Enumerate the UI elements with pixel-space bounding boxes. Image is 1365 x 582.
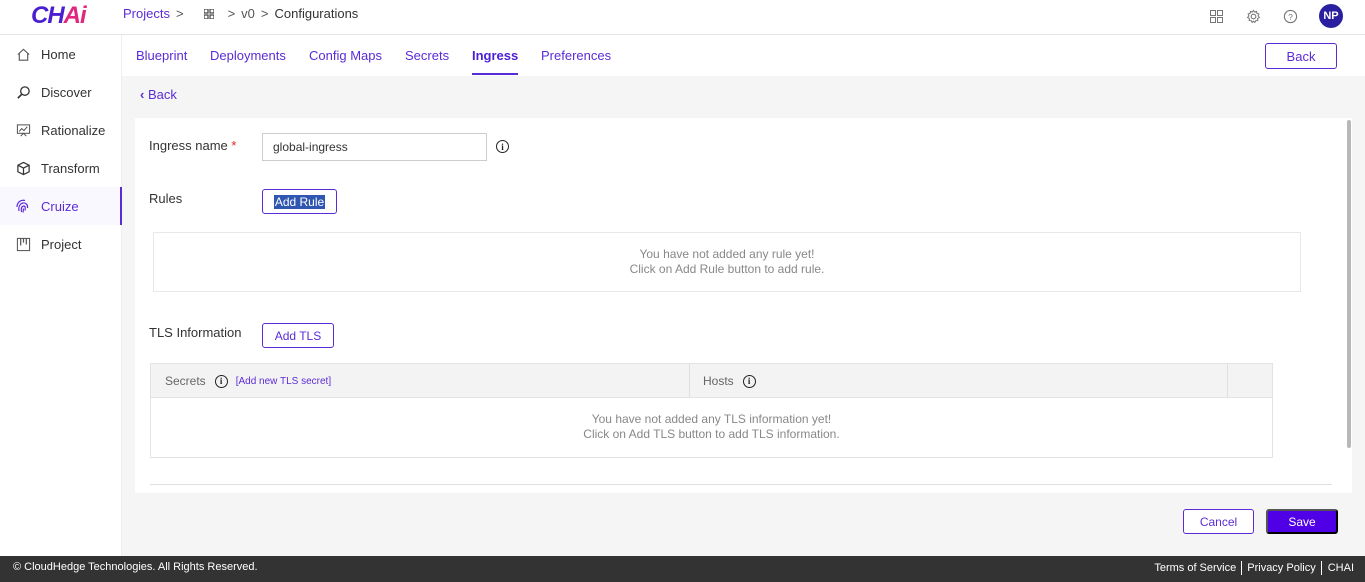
tab-deployments[interactable]: Deployments (210, 48, 286, 63)
sidebar-item-home[interactable]: Home (0, 35, 121, 73)
cube-icon (15, 160, 31, 176)
ingress-name-input[interactable] (262, 133, 487, 161)
add-tls-secret-link[interactable]: [Add new TLS secret] (236, 376, 331, 387)
sidebar-item-label: Transform (41, 160, 100, 176)
user-avatar[interactable]: NP (1319, 4, 1343, 28)
info-icon[interactable]: i (742, 374, 756, 388)
app-grid-icon[interactable] (203, 8, 214, 19)
rules-empty-line1: You have not added any rule yet! (639, 247, 815, 261)
svg-text:?: ? (1288, 11, 1293, 21)
ingress-form-card: Ingress name * i Rules Add Rule You have… (135, 118, 1352, 493)
scrollbar-thumb[interactable] (1347, 120, 1351, 448)
cancel-button[interactable]: Cancel (1183, 509, 1254, 534)
add-rule-button[interactable]: Add Rule (262, 189, 337, 214)
column-divider (1227, 364, 1228, 398)
privacy-link[interactable]: Privacy Policy (1242, 562, 1320, 574)
sidebar-item-cruize[interactable]: Cruize (0, 187, 122, 225)
back-link-label: Back (147, 87, 177, 102)
footer-brand: CHAI (1327, 562, 1354, 574)
footer-links: Terms of Service Privacy Policy CHAI (1149, 561, 1354, 575)
terms-link[interactable]: Terms of Service (1149, 562, 1241, 574)
rules-empty-line2: Click on Add Rule button to add rule. (629, 262, 825, 276)
top-bar: CHAi Projects > > v0 > Configurations ? … (0, 0, 1365, 35)
rules-label: Rules (149, 191, 183, 206)
sidebar-item-discover[interactable]: Discover (0, 73, 121, 111)
help-icon[interactable]: ? (1281, 7, 1299, 25)
home-icon (15, 46, 31, 62)
footer: © CloudHedge Technologies. All Rights Re… (0, 556, 1365, 582)
breadcrumb-current: Configurations (274, 6, 359, 21)
ingress-name-label: Ingress name * (149, 138, 237, 153)
tab-ingress[interactable]: Ingress (472, 48, 519, 75)
discover-icon (15, 84, 31, 100)
tls-label: TLS Information (149, 325, 242, 340)
sidebar-item-rationalize[interactable]: Rationalize (0, 111, 121, 149)
main-content: ‹ Back Ingress name * i Rules Add Rule Y… (122, 76, 1365, 556)
tls-empty-line2: Click on Add TLS button to add TLS infor… (583, 427, 840, 441)
secrets-column-header: Secrets i [Add new TLS secret] (165, 374, 332, 388)
breadcrumb-version[interactable]: v0 (241, 6, 255, 21)
sidebar-item-transform[interactable]: Transform (0, 149, 121, 187)
required-mark: * (231, 138, 237, 153)
tab-blueprint[interactable]: Blueprint (136, 48, 187, 63)
sidebar-item-label: Home (41, 46, 76, 62)
tab-preferences[interactable]: Preferences (541, 48, 611, 63)
hosts-column-header: Hosts i (703, 364, 756, 398)
tls-table: Secrets i [Add new TLS secret] Hosts i Y… (150, 363, 1273, 458)
gear-icon[interactable] (1244, 7, 1262, 25)
info-icon[interactable]: i (496, 140, 509, 153)
copyright-text: © CloudHedge Technologies. All Rights Re… (13, 561, 258, 573)
back-link[interactable]: ‹ Back (140, 87, 177, 102)
tls-empty-state: You have not added any TLS information y… (151, 412, 1272, 442)
breadcrumb-separator: > (227, 6, 236, 21)
config-tabs: Blueprint Deployments Config Maps Secret… (122, 35, 1365, 76)
save-button[interactable]: Save (1266, 509, 1338, 534)
column-divider (689, 364, 690, 398)
tls-table-header: Secrets i [Add new TLS secret] Hosts i (151, 364, 1272, 398)
tls-empty-line1: You have not added any TLS information y… (591, 412, 832, 426)
app-logo[interactable]: CHAi (31, 2, 87, 30)
back-button[interactable]: Back (1265, 43, 1337, 69)
tab-config-maps[interactable]: Config Maps (309, 48, 382, 63)
top-actions: ? NP (1188, 4, 1343, 28)
breadcrumb: Projects > > v0 > Configurations (123, 6, 358, 21)
add-tls-button[interactable]: Add TLS (262, 323, 334, 348)
kanban-icon (15, 236, 31, 252)
info-icon[interactable]: i (214, 374, 228, 388)
apps-grid-icon[interactable] (1207, 7, 1225, 25)
sidebar-item-label: Discover (41, 84, 92, 100)
chevron-left-icon: ‹ (140, 87, 145, 102)
sidebar-item-label: Cruize (41, 198, 79, 214)
form-divider (150, 484, 1332, 485)
sidebar: Home Discover Rationalize Transform Crui… (0, 35, 122, 556)
sidebar-item-label: Rationalize (41, 122, 106, 138)
tab-secrets[interactable]: Secrets (405, 48, 449, 63)
breadcrumb-projects[interactable]: Projects (123, 6, 170, 21)
fingerprint-icon (15, 198, 31, 214)
rules-empty-state: You have not added any rule yet! Click o… (153, 232, 1301, 292)
rationalize-icon (15, 122, 31, 138)
breadcrumb-separator: > (175, 6, 184, 21)
sidebar-item-label: Project (41, 236, 82, 252)
scrollbar[interactable] (1346, 118, 1352, 493)
add-rule-label: Add Rule (273, 194, 326, 209)
sidebar-item-project[interactable]: Project (0, 225, 121, 263)
breadcrumb-separator: > (260, 6, 269, 21)
